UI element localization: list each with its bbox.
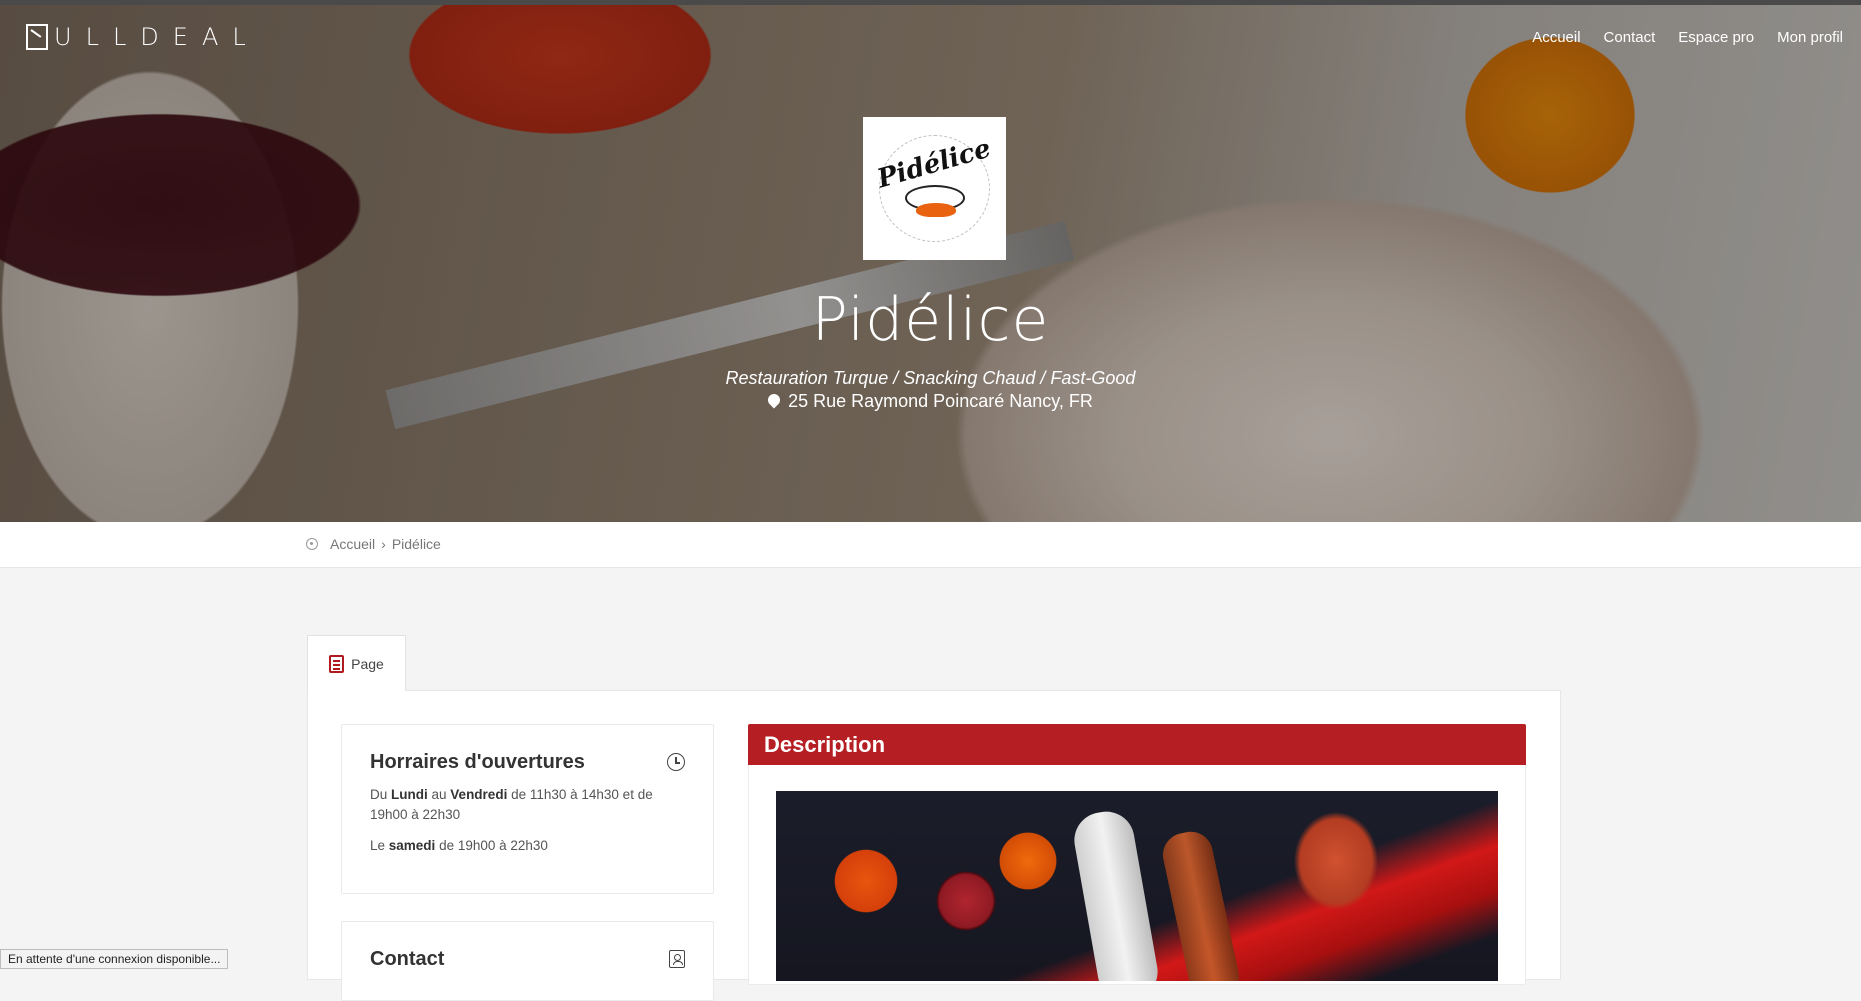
tab-page[interactable]: Page — [307, 635, 406, 691]
mustache-icon — [915, 202, 956, 217]
hours-day: samedi — [388, 838, 436, 853]
chef-hat-icon — [904, 184, 965, 217]
tab-page-label: Page — [351, 655, 384, 672]
description-header: Description — [748, 724, 1526, 765]
contact-title: Contact — [370, 948, 445, 970]
location-icon — [306, 538, 318, 550]
hero-content: Pidélice Pidélice Restauration Turque / … — [0, 5, 1861, 522]
contact-book-icon — [669, 950, 685, 968]
opening-hours-text: Du Lundi au Vendredi de 11h30 à 14h30 et… — [370, 785, 690, 867]
wrap-roll-shape — [1069, 807, 1163, 981]
page-icon — [329, 654, 345, 673]
hours-weekday: Du Lundi au Vendredi de 11h30 à 14h30 et… — [370, 785, 690, 825]
breadcrumb-home[interactable]: Accueil — [330, 536, 375, 552]
restaurant-address: 25 Rue Raymond Poincaré Nancy, FR — [0, 391, 1861, 412]
hours-saturday: Le samedi de 19h00 à 22h30 — [370, 836, 690, 856]
status-bar: En attente d'une connexion disponible... — [0, 949, 229, 969]
hours-text-part: Du — [370, 787, 392, 802]
top-border — [0, 0, 1861, 5]
contact-card: Contact — [341, 921, 714, 1001]
description-photo — [776, 791, 1498, 981]
page-title: Pidélice — [811, 285, 1050, 355]
hours-text-part: au — [427, 787, 451, 802]
address-text: 25 Rue Raymond Poincaré Nancy, FR — [788, 391, 1093, 411]
hours-day-start: Lundi — [391, 787, 428, 802]
breadcrumb-separator: › — [381, 536, 386, 552]
opening-hours-card: Horraires d'ouvertures Du Lundi au Vendr… — [341, 724, 714, 894]
breadcrumb-current: Pidélice — [391, 536, 441, 552]
breadcrumb: Accueil › Pidélice — [306, 536, 441, 552]
bread-shape — [1158, 827, 1244, 981]
hours-text-part: Le — [370, 838, 389, 853]
restaurant-category: Restauration Turque / Snacking Chaud / F… — [725, 368, 1136, 388]
hours-day-end: Vendredi — [450, 787, 508, 802]
clock-icon — [667, 753, 685, 771]
map-pin-icon — [765, 391, 783, 409]
breadcrumb-bar: Accueil › Pidélice — [0, 522, 1861, 568]
restaurant-logo: Pidélice — [863, 117, 1006, 260]
hero-banner: ULLDEAL Accueil Contact Espace pro Mon p… — [0, 5, 1861, 522]
opening-hours-title: Horraires d'ouvertures — [370, 751, 585, 773]
hours-text-part: de 19h00 à 22h30 — [435, 838, 548, 853]
